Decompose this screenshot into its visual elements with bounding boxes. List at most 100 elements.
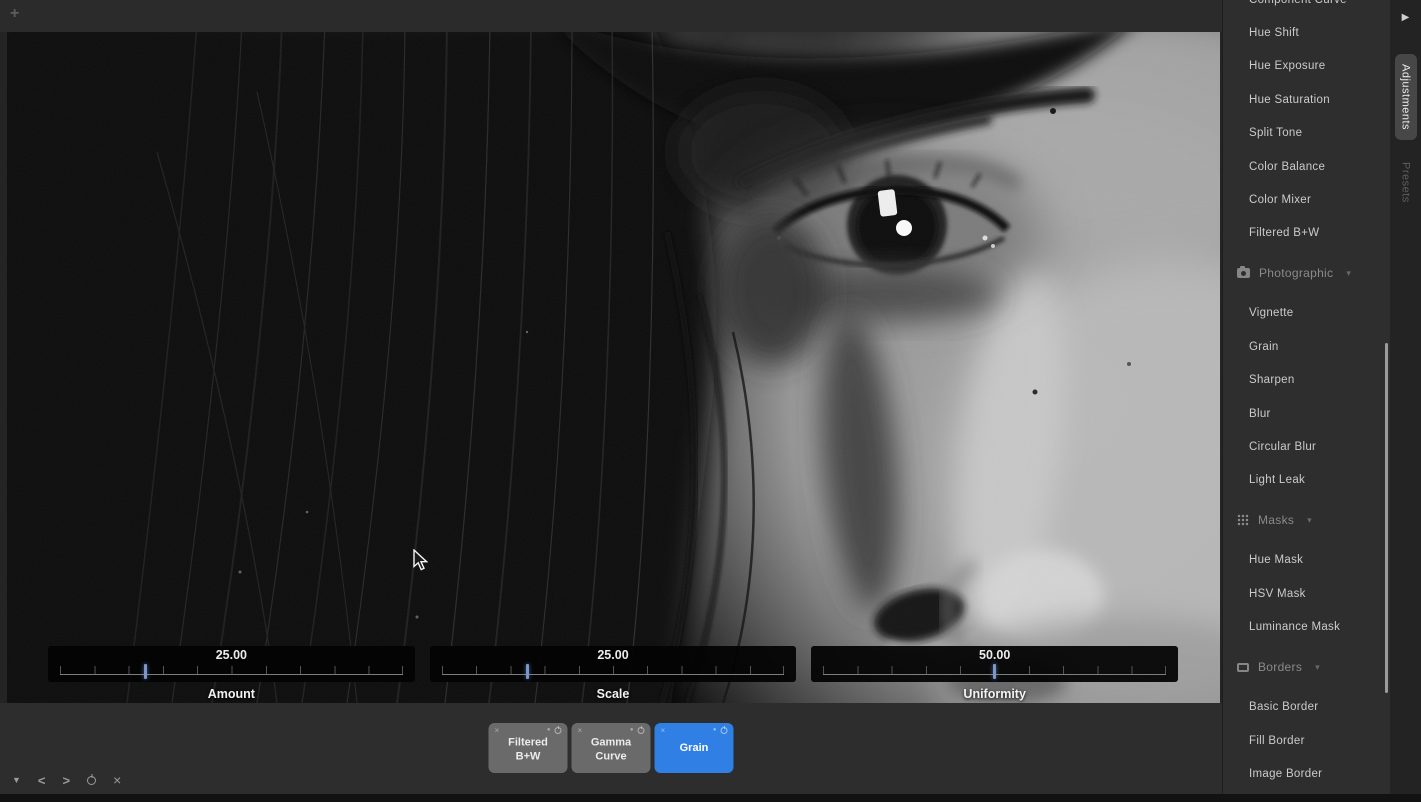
rail-tabs: Adjustments Presets — [1390, 54, 1421, 213]
slider-label: Scale — [430, 687, 797, 701]
slider-scale: 25.00 Scale — [430, 646, 797, 701]
slider-track[interactable] — [442, 662, 785, 680]
photo-editor-app: + — [0, 0, 1421, 802]
slider-line — [442, 674, 785, 675]
filter-card-grain[interactable]: ×●Grain — [655, 723, 734, 773]
sidebar-item-hue-exposure[interactable]: Hue Exposure — [1223, 50, 1390, 83]
grain-sliders: 25.00 Amount 25.00 Scale 50.00 Uniformity — [48, 646, 1178, 701]
sidebar-item-label: Circular Blur — [1249, 441, 1316, 453]
sidebar-item-color-balance[interactable]: Color Balance — [1223, 150, 1390, 183]
transport-controls: ▼ < > × — [12, 772, 121, 788]
expand-panel-icon[interactable]: ▶ — [1390, 12, 1421, 23]
filter-card-label: Grain — [655, 742, 734, 756]
sidebar-item-label: Blur — [1249, 408, 1271, 420]
slider-track[interactable] — [60, 662, 403, 680]
slider-handle[interactable] — [993, 664, 996, 679]
sidebar-item-grain[interactable]: Grain — [1223, 330, 1390, 363]
sidebar-item-luminance-mask[interactable]: Luminance Mask — [1223, 610, 1390, 643]
slider-track-box[interactable]: 25.00 — [430, 646, 797, 682]
sidebar-scrollbar[interactable] — [1385, 343, 1388, 693]
slider-value: 50.00 — [811, 649, 1178, 662]
slider-handle[interactable] — [144, 664, 147, 679]
slider-amount: 25.00 Amount — [48, 646, 415, 701]
filter-card-filtered-b-w[interactable]: ×●Filtered B+W — [489, 723, 568, 773]
sidebar-item-label: Color Balance — [1249, 161, 1325, 173]
filter-card-icons: ×● — [489, 723, 568, 734]
sidebar-item-label: Hue Saturation — [1249, 94, 1330, 106]
close-button[interactable]: × — [113, 772, 121, 788]
prev-button[interactable]: < — [38, 773, 46, 788]
filter-cards: ×●Filtered B+W×●Gamma Curve×●Grain — [489, 723, 734, 773]
sidebar-item-label: Vignette — [1249, 307, 1293, 319]
power-button[interactable] — [87, 776, 96, 785]
tab-adjustments[interactable]: Adjustments — [1395, 54, 1417, 140]
sidebar-group-borders[interactable]: Borders ▾ — [1223, 644, 1390, 691]
remove-filter-icon[interactable]: × — [578, 727, 583, 734]
sidebar-group-photographic[interactable]: Photographic▾ — [1223, 250, 1390, 297]
adjustments-sidebar: Component Curve Hue Shift Hue Exposure Hue … — [1222, 0, 1390, 802]
sidebar-item-label: Hue Exposure — [1249, 60, 1325, 72]
filter-card-label: Filtered B+W — [489, 736, 568, 764]
sidebar-item-label: Basic Border — [1249, 701, 1318, 713]
slider-track-box[interactable]: 25.00 — [48, 646, 415, 682]
sidebar-item-hsv-mask[interactable]: HSV Mask — [1223, 577, 1390, 610]
filter-card-gamma-curve[interactable]: × ● Gamma Curve — [572, 723, 651, 773]
next-button[interactable]: > — [63, 773, 71, 788]
mask-icon[interactable]: ● — [547, 727, 551, 734]
chevron-down-icon: ▾ — [1315, 662, 1320, 673]
sidebar-item-hue-mask[interactable]: Hue Mask — [1223, 544, 1390, 577]
mouse-cursor-icon — [413, 549, 428, 571]
border-icon — [1237, 663, 1249, 672]
slider-label: Amount — [48, 687, 415, 701]
portrait-photo — [7, 32, 1220, 703]
sidebar-item-label: Image Border — [1249, 768, 1322, 780]
group-label: Borders — [1258, 660, 1302, 674]
mask-icon[interactable]: ● — [630, 727, 634, 734]
sidebar-item-split-tone[interactable]: Split Tone — [1223, 117, 1390, 150]
sidebar-item-component-curve[interactable]: Component Curve — [1223, 0, 1390, 16]
sidebar-item-label: Luminance Mask — [1249, 621, 1340, 633]
slider-ticks — [442, 666, 785, 674]
tab-presets[interactable]: Presets — [1395, 152, 1417, 213]
remove-filter-icon[interactable]: × — [661, 727, 666, 734]
image-canvas[interactable]: 25.00 Amount 25.00 Scale 50.00 Uniformity — [7, 32, 1220, 703]
sidebar-item-vignette[interactable]: Vignette — [1223, 297, 1390, 330]
sidebar-item-label: Grain — [1249, 341, 1279, 353]
bottom-edge — [0, 794, 1421, 802]
slider-track-box[interactable]: 50.00 — [811, 646, 1178, 682]
slider-track[interactable] — [823, 662, 1166, 680]
mask-icon[interactable]: ● — [713, 727, 717, 734]
sidebar-item-label: Sharpen — [1249, 374, 1295, 386]
sidebar-item-blur[interactable]: Blur — [1223, 397, 1390, 430]
filter-card-label: Gamma Curve — [572, 736, 651, 764]
sidebar-item-color-mixer[interactable]: Color Mixer — [1223, 183, 1390, 216]
sidebar-item-circular-blur[interactable]: Circular Blur — [1223, 430, 1390, 463]
sidebar-item-basic-border[interactable]: Basic Border — [1223, 690, 1390, 723]
power-icon[interactable] — [555, 727, 562, 734]
group-label: Masks — [1258, 513, 1294, 527]
sidebar-item-light-leak[interactable]: Light Leak — [1223, 464, 1390, 497]
sidebar-item-sharpen[interactable]: Sharpen — [1223, 364, 1390, 397]
collapse-button[interactable]: ▼ — [12, 775, 21, 785]
panel-rail: ▶ Adjustments Presets — [1390, 0, 1421, 802]
power-icon[interactable] — [721, 727, 728, 734]
sidebar-group-masks[interactable]: Masks▾ — [1223, 497, 1390, 544]
filter-card-icons: ×● — [655, 723, 734, 734]
remove-filter-icon[interactable]: × — [495, 727, 500, 734]
sidebar-item-label: Light Leak — [1249, 474, 1305, 486]
add-icon[interactable]: + — [10, 5, 19, 23]
slider-label: Uniformity — [811, 687, 1178, 701]
sidebar-item-filtered-b-w[interactable]: Filtered B+W — [1223, 217, 1390, 250]
sidebar-item-label: Hue Shift — [1249, 27, 1299, 39]
sidebar-list: Component Curve Hue Shift Hue Exposure Hue … — [1223, 0, 1390, 791]
slider-value: 25.00 — [48, 649, 415, 662]
mask-icon — [1237, 514, 1249, 526]
sidebar-item-hue-saturation[interactable]: Hue Saturation — [1223, 83, 1390, 116]
slider-handle[interactable] — [526, 664, 529, 679]
sidebar-item-fill-border[interactable]: Fill Border — [1223, 724, 1390, 757]
sidebar-item-hue-shift[interactable]: Hue Shift — [1223, 16, 1390, 49]
filter-stack-panel: ×●Filtered B+W×●Gamma Curve×●Grain ▼ < >… — [0, 703, 1222, 802]
sidebar-item-image-border[interactable]: Image Border — [1223, 757, 1390, 790]
sidebar-item-label: Filtered B+W — [1249, 227, 1319, 239]
power-icon[interactable] — [638, 727, 645, 734]
